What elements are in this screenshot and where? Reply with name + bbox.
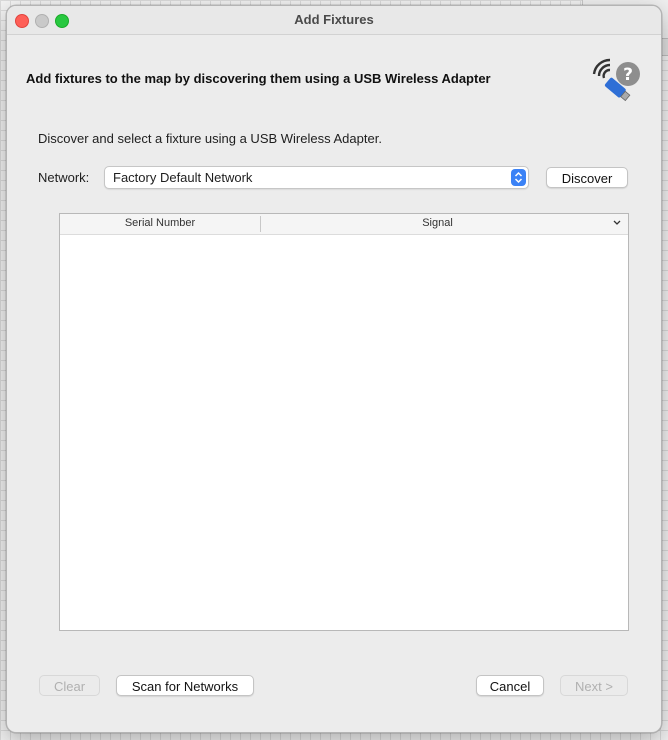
window-title: Add Fixtures (294, 12, 374, 27)
next-button[interactable]: Next > (560, 675, 628, 696)
network-select[interactable]: Factory Default Network (104, 166, 529, 189)
table-header: Serial Number Signal (60, 214, 628, 235)
scan-for-networks-button[interactable]: Scan for Networks (116, 675, 254, 696)
fixtures-table[interactable]: Serial Number Signal (59, 213, 629, 631)
network-select-value: Factory Default Network (113, 170, 253, 185)
network-label: Network: (38, 170, 90, 185)
usb-wireless-help-icon: ? (592, 58, 640, 102)
dialog-heading: Add fixtures to the map by discovering t… (26, 71, 491, 86)
chevron-down-icon[interactable] (612, 216, 622, 230)
discover-button[interactable]: Discover (546, 167, 628, 188)
svg-text:?: ? (623, 65, 633, 85)
add-fixtures-dialog: Add Fixtures Add fixtures to the map by … (6, 5, 662, 733)
title-bar: Add Fixtures (7, 6, 661, 35)
select-stepper-icon (511, 169, 526, 186)
column-header-serial-number[interactable]: Serial Number (60, 217, 260, 229)
column-header-signal[interactable]: Signal (261, 217, 614, 229)
intro-text: Discover and select a fixture using a US… (38, 131, 382, 146)
clear-button[interactable]: Clear (39, 675, 100, 696)
cancel-button[interactable]: Cancel (476, 675, 544, 696)
